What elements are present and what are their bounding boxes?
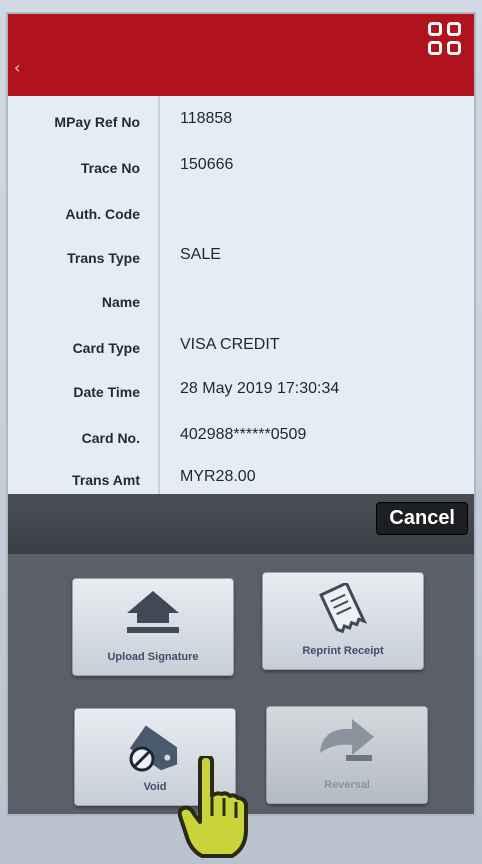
detail-value: 28 May 2019 17:30:34 <box>180 380 340 397</box>
upload-icon <box>127 591 179 633</box>
reversal-button[interactable]: Reversal <box>266 706 428 804</box>
detail-label: Card Type <box>72 340 140 356</box>
detail-row-auth-code: Auth. Code <box>8 206 474 250</box>
tile-label: Upload Signature <box>107 651 199 663</box>
detail-row-name: Name <box>8 294 474 338</box>
detail-label: MPay Ref No <box>54 114 140 130</box>
tile-label: Reprint Receipt <box>302 645 384 657</box>
detail-row-trans-type: Trans Type SALE <box>8 246 474 294</box>
reprint-receipt-button[interactable]: Reprint Receipt <box>262 572 424 670</box>
detail-label: Date Time <box>73 384 140 400</box>
detail-row-date-time: Date Time 28 May 2019 17:30:34 <box>8 380 474 428</box>
screen: ‹ MPay Ref No 118858 Trace No 150666 Aut… <box>8 14 474 814</box>
detail-value: 402988******0509 <box>180 426 307 443</box>
detail-value: 118858 <box>180 110 233 127</box>
receipt-icon <box>319 583 368 634</box>
detail-value: SALE <box>180 246 221 263</box>
detail-label: Trace No <box>80 160 140 176</box>
cancel-button[interactable]: Cancel <box>376 502 468 535</box>
detail-row-mpay-ref: MPay Ref No 118858 <box>8 110 474 158</box>
chevron-left-icon[interactable]: ‹ <box>14 58 20 77</box>
detail-label: Trans Type <box>67 250 140 266</box>
app-header: ‹ <box>8 14 474 96</box>
detail-value: MYR28.00 <box>180 468 256 485</box>
detail-label: Auth. Code <box>65 206 140 222</box>
detail-label: Card No. <box>81 430 140 446</box>
hand-pointer-icon <box>178 756 248 858</box>
detail-value: VISA CREDIT <box>180 336 280 353</box>
detail-label: Name <box>101 294 140 310</box>
action-sheet-bar: Cancel <box>8 494 474 554</box>
upload-signature-button[interactable]: Upload Signature <box>72 578 234 676</box>
detail-value: 150666 <box>180 156 234 173</box>
grid-menu-icon[interactable] <box>428 22 462 56</box>
transaction-details: MPay Ref No 118858 Trace No 150666 Auth.… <box>8 96 474 496</box>
tile-label: Reversal <box>324 779 370 791</box>
detail-row-card-type: Card Type VISA CREDIT <box>8 336 474 384</box>
detail-label: Trans Amt <box>72 472 140 488</box>
reversal-icon <box>320 719 374 761</box>
detail-row-trace-no: Trace No 150666 <box>8 156 474 204</box>
